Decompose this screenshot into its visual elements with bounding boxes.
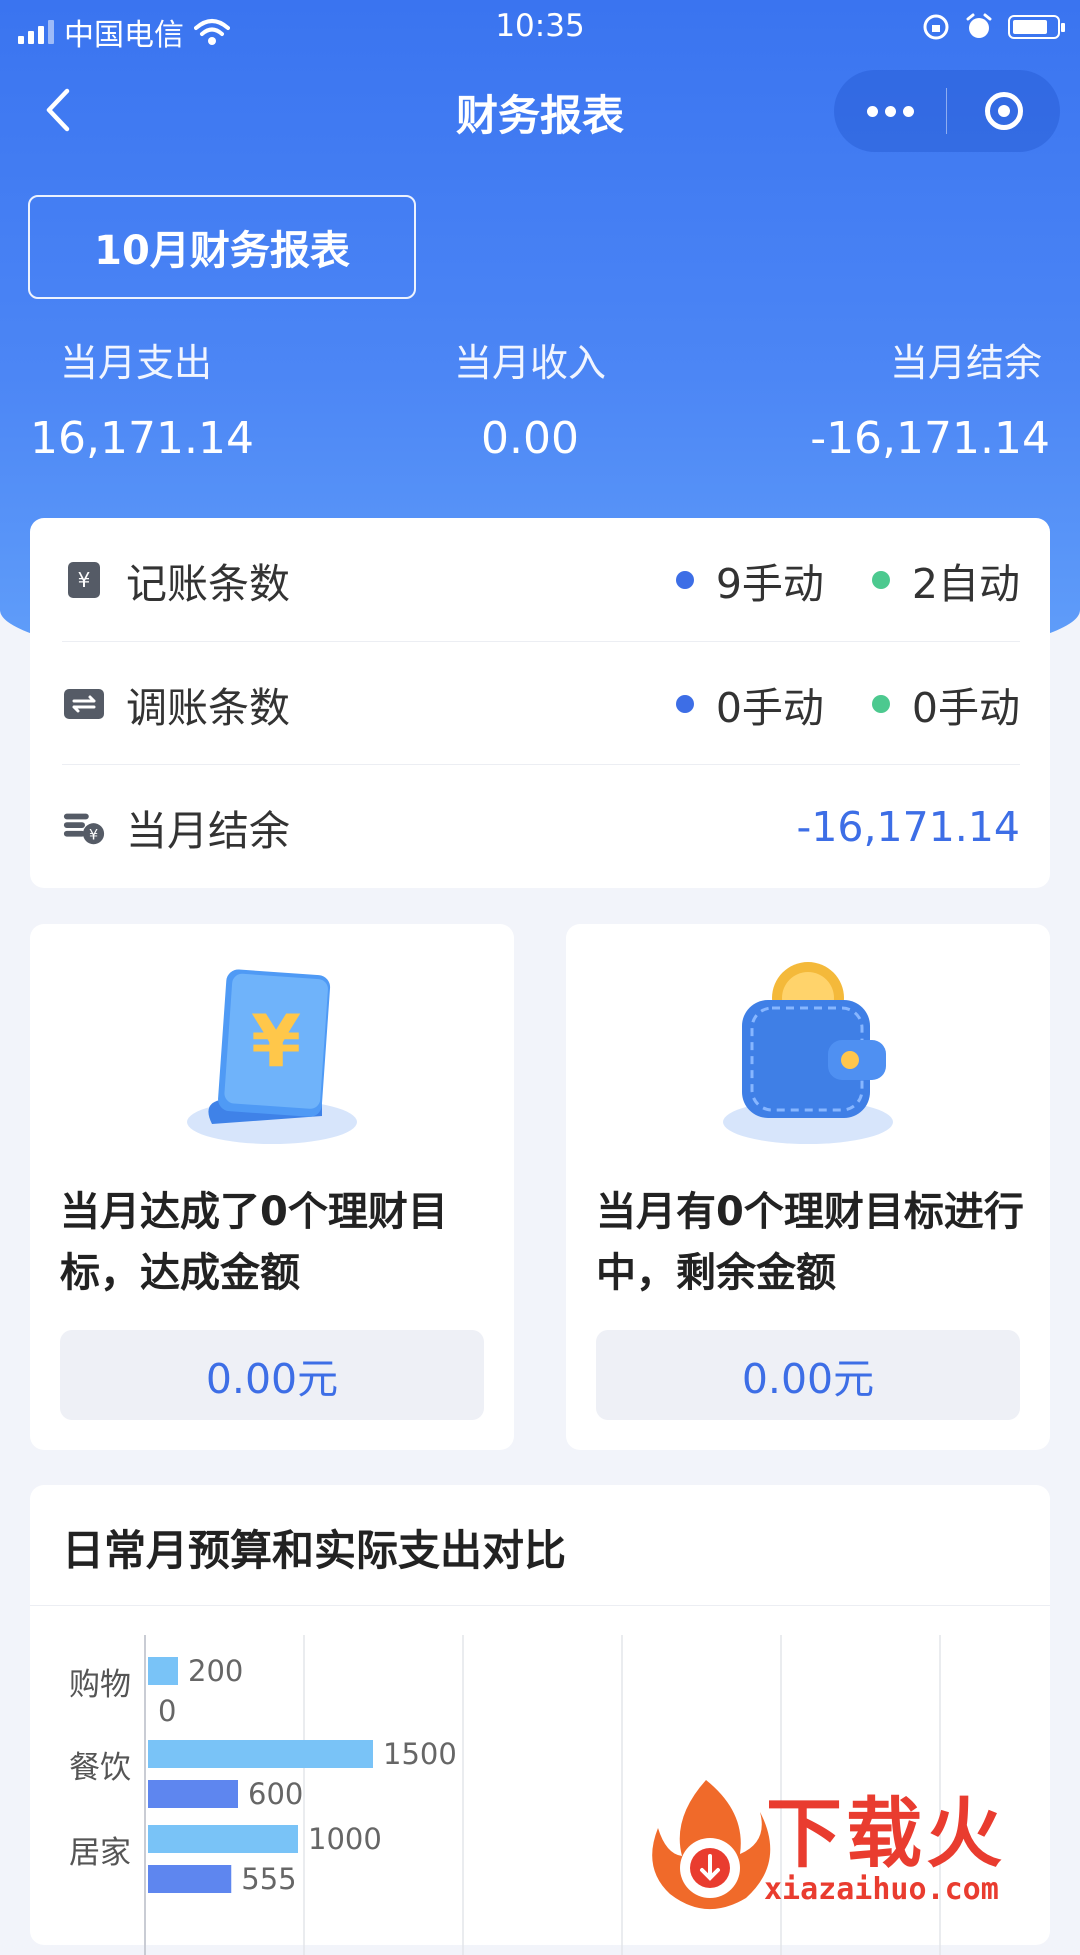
rotation-lock-icon — [923, 14, 949, 40]
mini-program-capsule — [834, 70, 1060, 152]
chart-data-label: 1000 — [308, 1822, 382, 1856]
chart-bar — [148, 1865, 232, 1893]
chart-data-label: 600 — [248, 1777, 303, 1811]
chart-category-label: 餐饮 — [69, 1750, 131, 1786]
stat-row-adjust[interactable]: 调账条数 0手动 0手动 — [62, 641, 1020, 765]
stat-label: 记账条数 — [126, 559, 290, 608]
manual-count-text: 0手动 — [911, 683, 1020, 732]
watermark-url: xiazaihuo.com — [764, 1872, 999, 1907]
clock: 10:35 — [495, 8, 585, 44]
chart-bar — [148, 1825, 298, 1853]
blue-dot-icon — [675, 570, 694, 589]
yuan-receipt-icon: ¥ — [62, 560, 106, 600]
chart-data-label: 0 — [158, 1694, 176, 1728]
wallet-coin-icon — [566, 954, 1050, 1144]
manual-count: 9手动 — [675, 550, 824, 610]
stat-row-balance[interactable]: ¥ 当月结余 -16,171.14 — [62, 764, 1020, 888]
auto-count: 2自动 — [871, 550, 1020, 610]
goal-description: 当月达成了0个理财目标，达成金额 — [60, 1189, 448, 1296]
more-button[interactable] — [834, 70, 946, 152]
goal-card-in-progress[interactable]: 当月有0个理财目标进行中，剩余金额 0.00元 — [566, 924, 1050, 1450]
stat-label: 调账条数 — [126, 683, 290, 732]
chart-category-label: 购物 — [69, 1667, 131, 1703]
coins-yuan-icon: ¥ — [62, 807, 106, 847]
svg-text:¥: ¥ — [251, 999, 301, 1083]
summary-label: 当月支出 — [60, 341, 213, 385]
manual-count-text: 9手动 — [715, 559, 824, 608]
chart-bar — [148, 1740, 373, 1768]
target-icon — [984, 92, 1023, 130]
battery-icon — [1008, 15, 1065, 39]
flame-logo-icon — [652, 1780, 771, 1910]
summary-expense: 当月支出 16,171.14 — [30, 332, 254, 464]
chart-data-label: 1500 — [383, 1737, 457, 1771]
chart-category-label: 居家 — [69, 1835, 131, 1871]
green-dot-icon — [871, 570, 890, 589]
stat-row-entries[interactable]: ¥ 记账条数 9手动 2自动 — [62, 518, 1020, 641]
green-dot-icon — [871, 694, 890, 713]
transfer-card-icon — [62, 684, 106, 724]
goal-amount: 0.00元 — [60, 1330, 484, 1420]
status-bar: 中国电信 10:35 — [0, 0, 1080, 56]
summary-label: 当月结余 — [889, 341, 1042, 385]
manual-count: 0手动 — [675, 674, 824, 734]
chart-data-label: 200 — [188, 1654, 243, 1688]
manual-count: 0手动 — [871, 674, 1020, 734]
close-mini-program-button[interactable] — [947, 70, 1060, 152]
chart-bar — [148, 1780, 238, 1808]
manual-count-text: 0手动 — [715, 683, 824, 732]
summary-value: 0.00 — [481, 413, 579, 464]
auto-count-text: 2自动 — [911, 559, 1020, 608]
divider — [30, 1605, 1050, 1606]
stat-label: 当月结余 — [126, 806, 290, 855]
summary-balance: 当月结余 -16,171.14 — [810, 332, 1050, 464]
chart-title: 日常月预算和实际支出对比 — [62, 1526, 567, 1575]
goal-amount: 0.00元 — [596, 1330, 1020, 1420]
chart-bar — [148, 1657, 178, 1685]
goal-description: 当月有0个理财目标进行中，剩余金额 — [596, 1189, 1024, 1296]
chart-data-label: 555 — [241, 1862, 296, 1896]
balance-value: -16,171.14 — [796, 802, 1020, 851]
month-report-button[interactable]: 10月财务报表 — [28, 195, 416, 299]
svg-text:¥: ¥ — [78, 568, 91, 592]
blue-dot-icon — [675, 694, 694, 713]
summary-income: 当月收入 0.00 — [380, 332, 680, 464]
summary-value: 16,171.14 — [30, 413, 254, 464]
alarm-icon — [966, 13, 992, 38]
stats-card: ¥ 记账条数 9手动 2自动 调账条数 0手动 0手动 ¥ 当月结余 -16,1… — [30, 518, 1050, 888]
svg-text:¥: ¥ — [89, 827, 98, 843]
watermark-text: 下载火 — [766, 1789, 1006, 1878]
navigation-bar: 财务报表 — [0, 60, 1080, 160]
yuan-document-icon: ¥ — [30, 954, 514, 1144]
watermark-logo: 下载火 xiazaihuo.com — [636, 1772, 1080, 1920]
summary-label: 当月收入 — [453, 341, 606, 385]
summary-value: -16,171.14 — [810, 413, 1050, 464]
goal-card-achieved[interactable]: ¥ 当月达成了0个理财目标，达成金额 0.00元 — [30, 924, 514, 1450]
